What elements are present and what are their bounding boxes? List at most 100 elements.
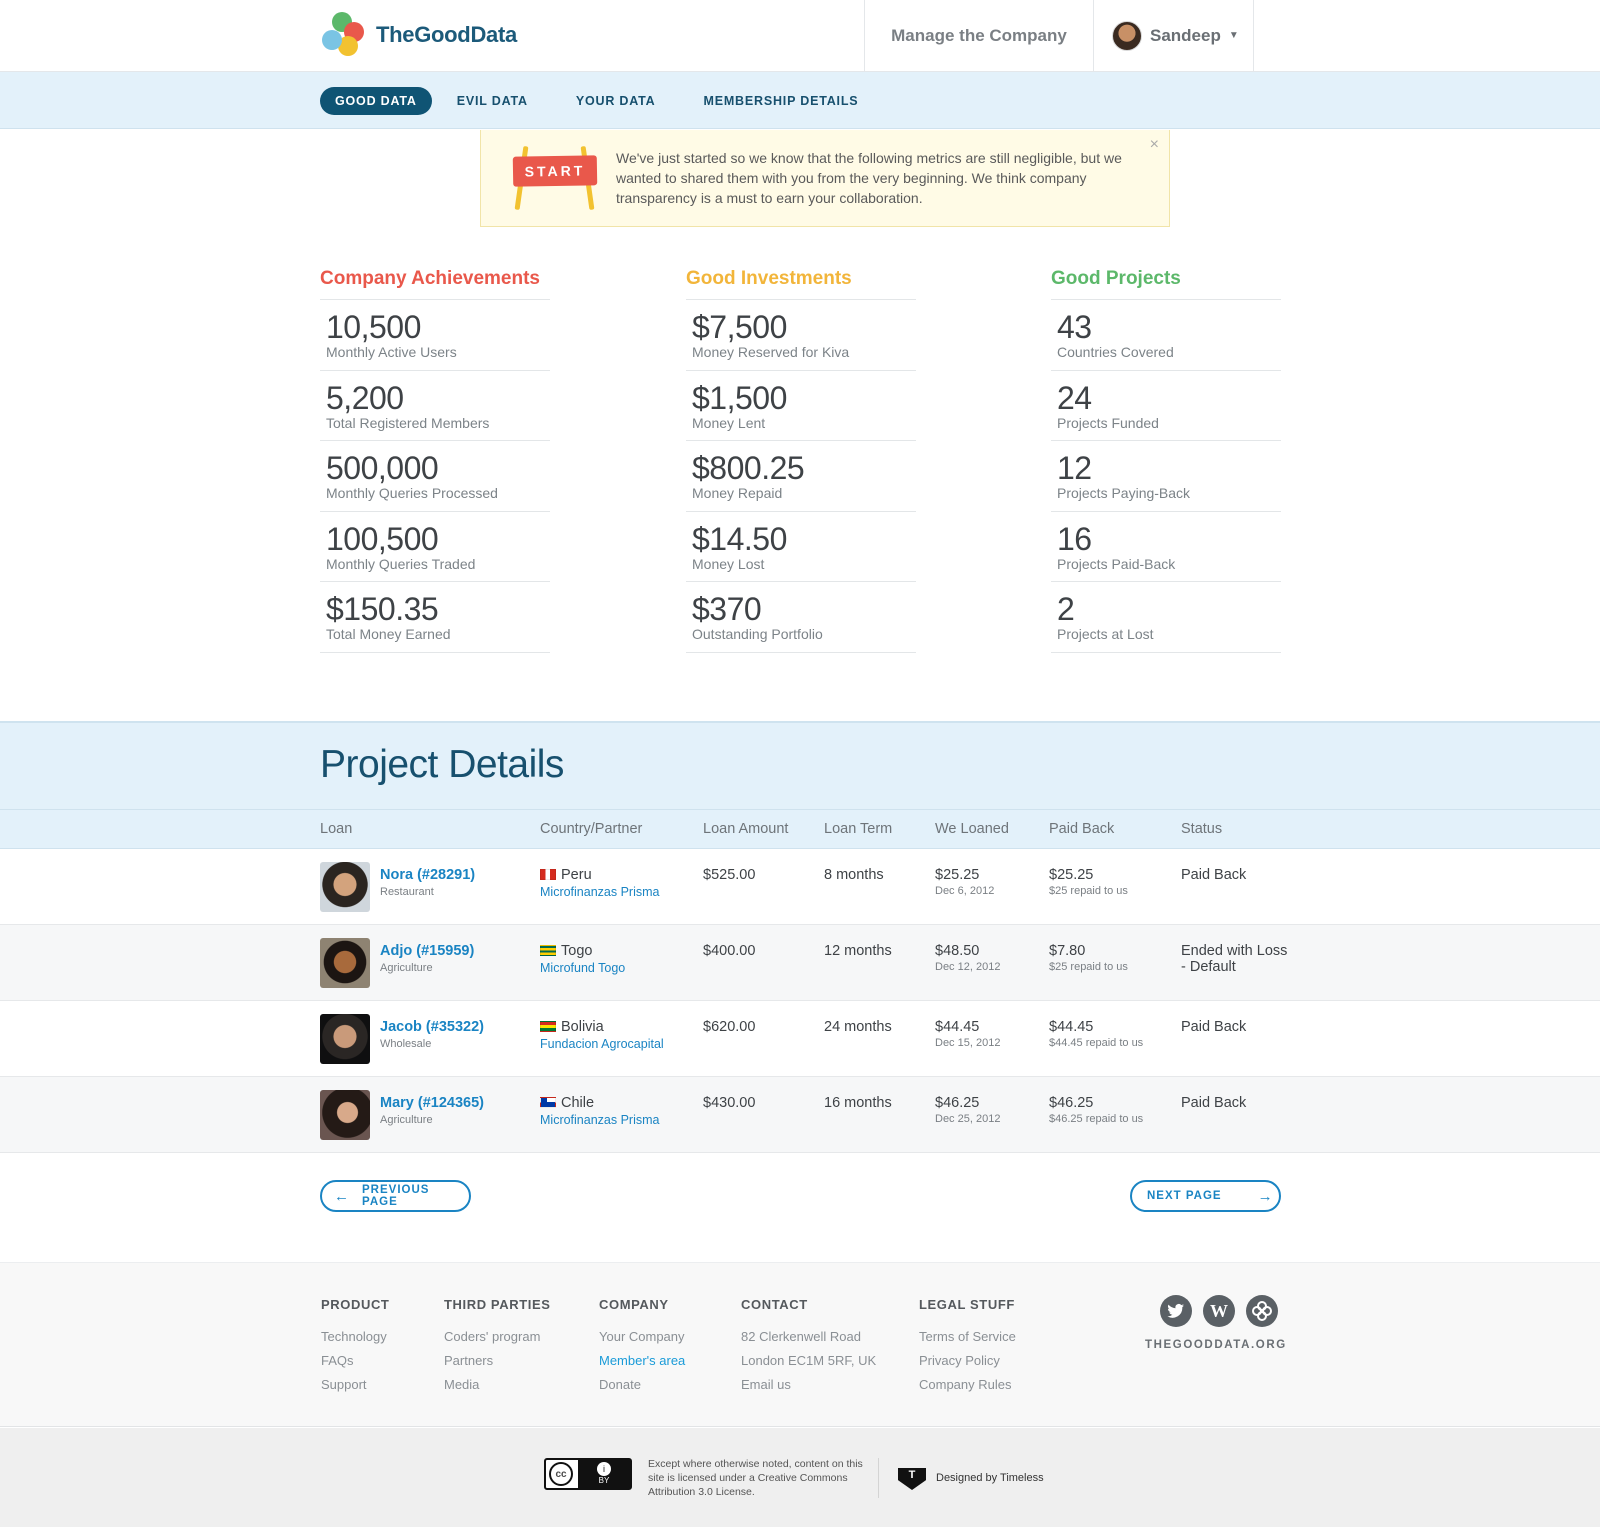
close-icon[interactable]: × (1150, 136, 1159, 154)
license-text: Except where otherwise noted, content on… (648, 1458, 863, 1498)
footer-link[interactable]: FAQs (321, 1349, 389, 1373)
paid-back-value: $7.80 (1049, 943, 1086, 959)
partner-link[interactable]: Microfinanzas Prisma (540, 885, 659, 899)
column-header-we-loaned[interactable]: We Loaned (935, 821, 1009, 837)
footer-link[interactable]: Company Rules (919, 1373, 1016, 1397)
manage-company-link[interactable]: Manage the Company (864, 0, 1094, 71)
column-title: Good Investments (686, 266, 916, 300)
loaned-date: Dec 15, 2012 (935, 1037, 1001, 1049)
by-icon: i BY (578, 1460, 630, 1488)
stat-item: $7,500 Money Reserved for Kiva (686, 300, 916, 371)
column-header-loan[interactable]: Loan (320, 821, 352, 837)
column-header-paid-back[interactable]: Paid Back (1049, 821, 1114, 837)
footer-link[interactable]: Terms of Service (919, 1325, 1016, 1349)
stat-item: $800.25 Money Repaid (686, 441, 916, 512)
wordpress-icon[interactable]: W (1203, 1295, 1235, 1327)
borrower-link[interactable]: Nora (#28291) (380, 867, 475, 883)
footer-link[interactable]: Support (321, 1373, 389, 1397)
borrower-link[interactable]: Adjo (#15959) (380, 943, 474, 959)
footer-link[interactable]: Technology (321, 1325, 389, 1349)
loaned-date: Dec 12, 2012 (935, 961, 1001, 973)
stat-item: 24 Projects Funded (1051, 371, 1281, 441)
next-page-button[interactable]: NEXT PAGE → (1130, 1180, 1281, 1212)
tab-good-data[interactable]: GOOD DATA (320, 86, 432, 115)
table-row: Mary (#124365) Agriculture Chile Microfina… (0, 1077, 1600, 1153)
table-header: Loan Country/Partner Loan Amount Loan Te… (0, 809, 1600, 849)
footer-link[interactable]: Your Company (599, 1325, 685, 1349)
footer-link[interactable]: Member's area (599, 1349, 685, 1373)
designed-by-link[interactable]: Designed by Timeless (936, 1472, 1044, 1484)
stat-value: 43 (1057, 309, 1092, 345)
user-name: Sandeep (1150, 25, 1221, 45)
stat-value: 16 (1057, 520, 1092, 557)
column-header-amount[interactable]: Loan Amount (703, 821, 788, 837)
we-loaned-value: $44.45 (935, 1019, 980, 1035)
borrower-photo[interactable] (320, 862, 370, 912)
borrower-photo[interactable] (320, 1090, 370, 1140)
status-text: Paid Back (1181, 1019, 1247, 1035)
footer-column-contact: CONTACT 82 Clerkenwell Road London EC1M … (741, 1297, 876, 1397)
stat-value: 100,500 (326, 520, 439, 557)
paid-back-value: $46.25 (1049, 1095, 1094, 1111)
footer-link[interactable]: Partners (444, 1349, 551, 1373)
tab-evil-data[interactable]: EVIL DATA (442, 87, 543, 115)
table-row: Adjo (#15959) Agriculture Togo Microfund T… (0, 925, 1600, 1001)
borrower-link[interactable]: Jacob (#35322) (380, 1019, 484, 1035)
column-header-term[interactable]: Loan Term (824, 821, 892, 837)
borrower-photo[interactable] (320, 1014, 370, 1064)
stat-item: 2 Projects at Lost (1051, 582, 1281, 653)
country-name: Bolivia (561, 1019, 604, 1035)
brand-logo[interactable]: TheGoodData (320, 12, 517, 58)
status-text: Paid Back (1181, 867, 1247, 883)
country-name: Chile (561, 1095, 595, 1111)
stat-label: Total Registered Members (326, 414, 490, 431)
good-projects-column: Good Projects 43 Countries Covered 24 Proj… (1051, 266, 1281, 653)
partner-link[interactable]: Fundacion Agrocapital (540, 1037, 664, 1051)
stat-value: 500,000 (326, 450, 439, 486)
tab-membership-details[interactable]: MEMBERSHIP DETAILS (688, 87, 873, 115)
stat-label: Projects Funded (1057, 414, 1159, 431)
loan-term: 12 months (824, 943, 892, 959)
site-domain[interactable]: THEGOODDATA.ORG (1145, 1339, 1287, 1351)
thegooddata-icon[interactable] (1246, 1295, 1278, 1327)
column-header-status[interactable]: Status (1181, 821, 1222, 837)
bolivia-flag-icon (540, 1021, 556, 1032)
footer-link[interactable]: Coders' program (444, 1325, 551, 1349)
footer-link[interactable]: Email us (741, 1373, 876, 1397)
footer-link[interactable]: Donate (599, 1373, 685, 1397)
table-row: Jacob (#35322) Wholesale Bolivia Fundacion… (0, 1001, 1600, 1077)
loan-amount: $620.00 (703, 1019, 756, 1035)
timeless-logo-icon[interactable]: T (898, 1468, 926, 1490)
next-page-label: NEXT PAGE (1147, 1190, 1222, 1202)
stat-item: 43 Countries Covered (1051, 300, 1281, 371)
footer-heading: CONTACT (741, 1297, 808, 1312)
stat-item: 5,200 Total Registered Members (320, 371, 550, 441)
twitter-icon[interactable] (1160, 1295, 1192, 1327)
cc-by-license-badge[interactable]: cc i BY (544, 1458, 632, 1490)
user-menu[interactable]: Sandeep ▼ (1094, 0, 1254, 71)
main-nav: GOOD DATA EVIL DATA YOUR DATA MEMBERSHIP… (0, 72, 1600, 129)
stat-item: 12 Projects Paying-Back (1051, 441, 1281, 512)
previous-page-button[interactable]: ← PREVIOUS PAGE (320, 1180, 471, 1212)
partner-link[interactable]: Microfinanzas Prisma (540, 1113, 659, 1127)
column-header-country[interactable]: Country/Partner (540, 821, 642, 837)
stat-item: $370 Outstanding Portfolio (686, 582, 916, 653)
loan-term: 24 months (824, 1019, 892, 1035)
stat-value: 5,200 (326, 379, 404, 416)
footer-link[interactable]: Media (444, 1373, 551, 1397)
stat-value: $14.50 (692, 520, 787, 557)
stat-label: Projects Paying-Back (1057, 485, 1191, 501)
borrower-photo[interactable] (320, 938, 370, 988)
footer-link[interactable]: Privacy Policy (919, 1349, 1016, 1373)
previous-page-label: PREVIOUS PAGE (362, 1184, 430, 1208)
paid-back-value: $44.45 (1049, 1019, 1094, 1035)
loan-amount: $430.00 (703, 1095, 756, 1111)
footer-heading: COMPANY (599, 1297, 669, 1312)
loan-amount: $525.00 (703, 867, 756, 883)
borrower-link[interactable]: Mary (#124365) (380, 1095, 484, 1111)
good-investments-column: Good Investments $7,500 Money Reserved fo… (686, 266, 916, 653)
footer-text: 82 Clerkenwell Road (741, 1329, 861, 1344)
tab-your-data[interactable]: YOUR DATA (561, 87, 671, 115)
partner-link[interactable]: Microfund Togo (540, 961, 625, 975)
borrower-sector: Agriculture (380, 962, 433, 974)
